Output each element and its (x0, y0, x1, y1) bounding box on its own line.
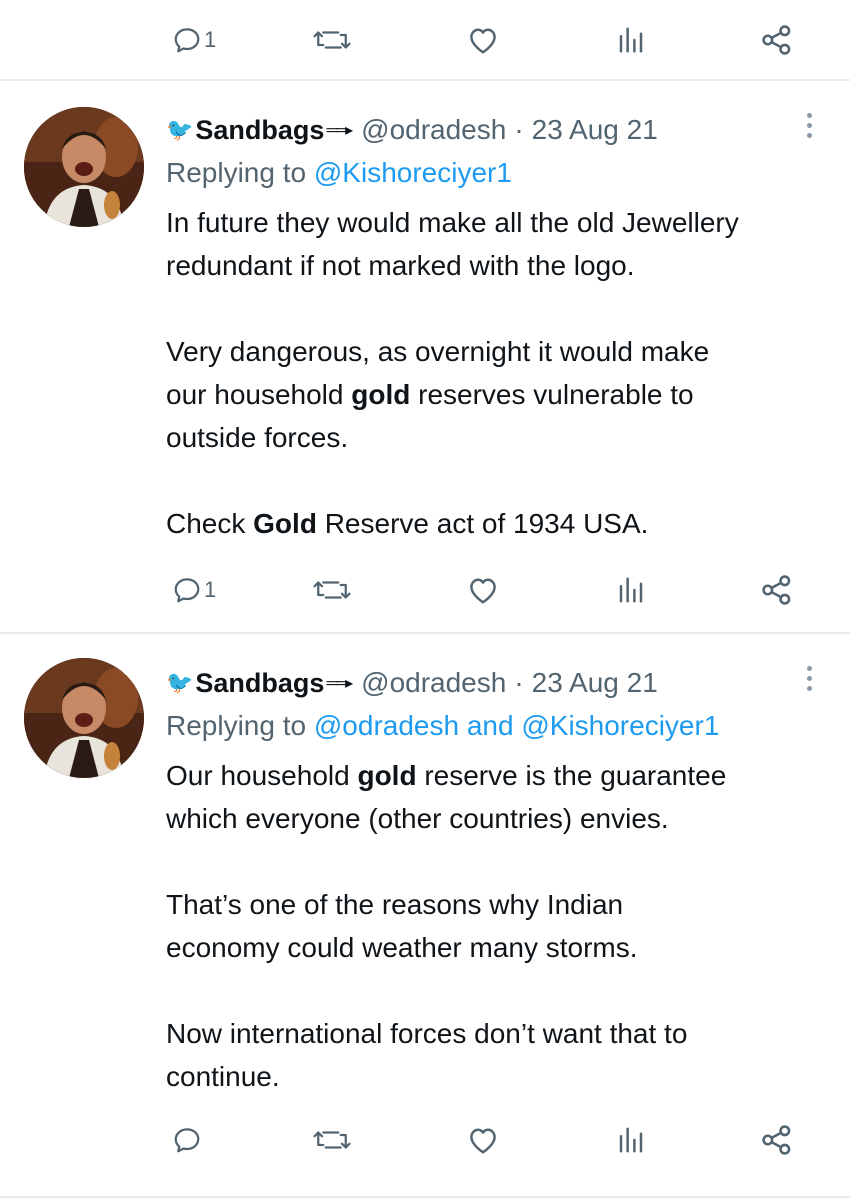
like-icon (470, 1128, 496, 1154)
like-button[interactable] (466, 10, 500, 70)
retweet-icon (313, 581, 351, 599)
more-button[interactable] (804, 113, 814, 138)
reply-icon (174, 28, 200, 53)
reply-button[interactable]: 1 (172, 10, 216, 70)
reply-icon (174, 1128, 200, 1153)
reply-count: 1 (204, 577, 217, 602)
like-button[interactable] (466, 560, 500, 620)
views-icon (619, 27, 643, 53)
top-action-bar: 1 (0, 10, 850, 70)
tweet[interactable]: 🐦 Sandbags ══▸ @odradesh · 23 Aug 21 Rep… (0, 105, 850, 635)
tweet-date[interactable]: 23 Aug 21 (532, 667, 658, 699)
views-button[interactable] (616, 1110, 646, 1170)
author-name[interactable]: 🐦 Sandbags ══▸ (166, 668, 353, 699)
retweet-icon (313, 31, 351, 49)
author-handle[interactable]: @odradesh (361, 114, 506, 146)
highlight: gold (357, 760, 417, 791)
author-name[interactable]: 🐦 Sandbags ══▸ (166, 115, 353, 146)
retweet-button[interactable] (312, 10, 352, 70)
retweet-button[interactable] (312, 560, 352, 620)
tweet-header: 🐦 Sandbags ══▸ @odradesh · 23 Aug 21 (166, 105, 658, 155)
like-icon (470, 578, 496, 604)
tweet-text: In future they would make all the old Je… (166, 207, 739, 539)
wing-icon: ══▸ (326, 122, 353, 139)
divider (0, 79, 850, 81)
divider (0, 1196, 850, 1198)
mention-link[interactable]: @Kishoreciyer1 (521, 710, 719, 741)
tweet-header: 🐦 Sandbags ══▸ @odradesh · 23 Aug 21 (166, 658, 658, 708)
more-icon (806, 113, 812, 118)
like-icon (470, 28, 496, 54)
tweet[interactable]: 🐦 Sandbags ══▸ @odradesh · 23 Aug 21 Rep… (0, 658, 850, 1198)
bird-icon: 🐦 (166, 670, 194, 695)
share-button[interactable] (760, 10, 794, 70)
reply-button[interactable]: 1 (172, 560, 216, 620)
avatar[interactable] (24, 658, 144, 778)
separator-dot: · (514, 114, 524, 145)
reply-count: 1 (204, 27, 217, 52)
more-icon (806, 666, 812, 671)
wing-icon: ══▸ (326, 675, 353, 692)
tweet-date[interactable]: 23 Aug 21 (532, 114, 658, 146)
replying-to: Replying to @Kishoreciyer1 (166, 157, 512, 188)
avatar[interactable] (24, 107, 144, 227)
highlight: Gold (253, 508, 317, 539)
views-button[interactable] (616, 560, 646, 620)
views-button[interactable] (616, 10, 646, 70)
tweet-actions (0, 1110, 850, 1170)
share-button[interactable] (760, 560, 794, 620)
share-icon (762, 1125, 791, 1155)
retweet-icon (313, 1131, 351, 1149)
share-button[interactable] (760, 1110, 794, 1170)
mention-link[interactable]: @Kishoreciyer1 (314, 157, 512, 188)
highlight: gold (351, 379, 411, 410)
like-button[interactable] (466, 1110, 500, 1170)
share-icon (762, 25, 791, 55)
mention-link[interactable]: @odradesh (314, 710, 459, 741)
bird-icon: 🐦 (166, 117, 194, 142)
reply-icon (174, 578, 200, 603)
replying-to: Replying to @odradesh and @Kishoreciyer1 (166, 710, 720, 741)
divider (0, 632, 850, 634)
author-handle[interactable]: @odradesh (361, 667, 506, 699)
more-button[interactable] (804, 666, 814, 691)
retweet-button[interactable] (312, 1110, 352, 1170)
views-icon (619, 577, 643, 603)
share-icon (762, 575, 791, 605)
separator-dot: · (514, 667, 524, 698)
tweet-actions: 1 (0, 560, 850, 620)
reply-button[interactable] (172, 1110, 204, 1170)
tweet-text: Our household gold reserve is the guaran… (166, 760, 727, 1092)
views-icon (619, 1127, 643, 1153)
